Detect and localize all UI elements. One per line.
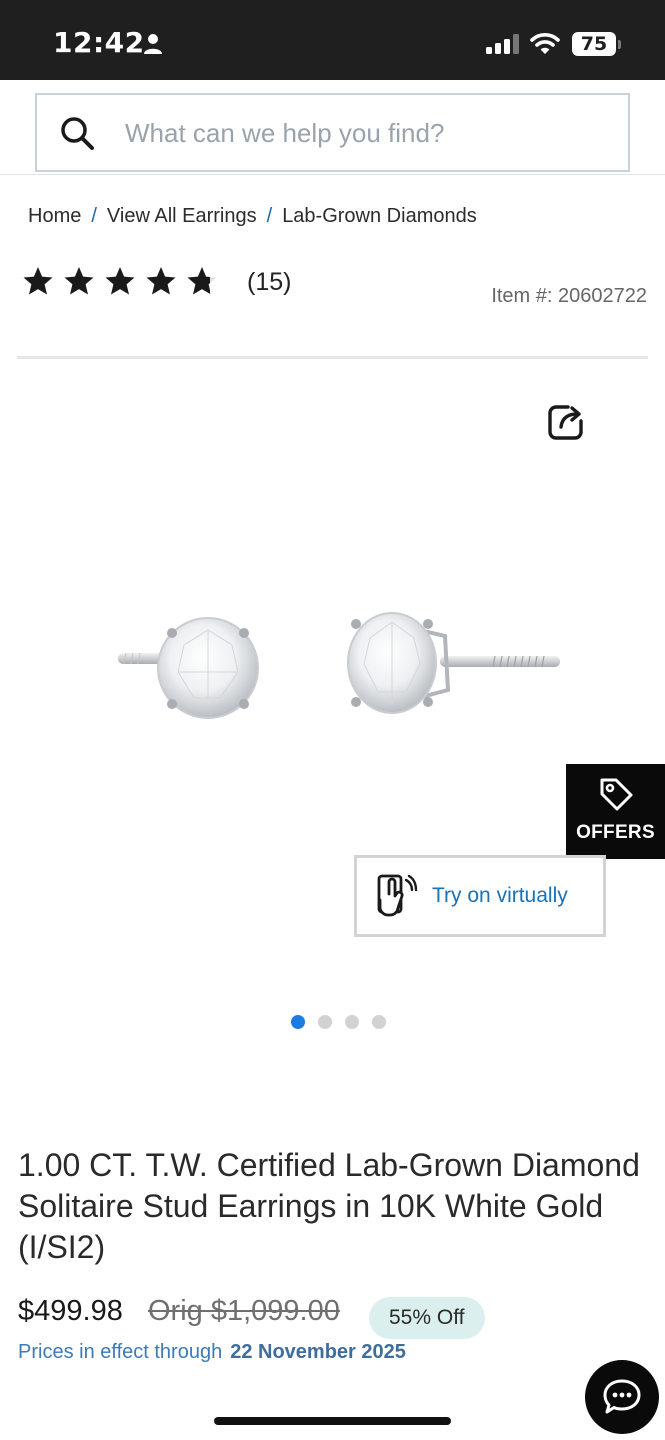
carousel-dot[interactable] <box>318 1015 332 1029</box>
breadcrumb: Home / View All Earrings / Lab-Grown Diamond… <box>28 205 477 228</box>
offers-label: OFFERS <box>576 822 655 843</box>
carousel-dot[interactable] <box>372 1015 386 1029</box>
product-image[interactable] <box>110 600 570 735</box>
home-indicator <box>214 1417 451 1425</box>
cellular-signal-icon <box>486 34 520 59</box>
current-price: $499.98 <box>18 1295 123 1327</box>
breadcrumb-view-all-earrings[interactable]: View All Earrings <box>107 205 257 227</box>
product-title: 1.00 CT. T.W. Certified Lab-Grown Diamon… <box>18 1147 640 1265</box>
try-on-virtually-button[interactable]: Try on virtually <box>354 855 606 937</box>
star-rating <box>22 262 222 305</box>
breadcrumb-lab-grown-diamonds[interactable]: Lab-Grown Diamonds <box>282 205 477 227</box>
hand-phone-icon <box>375 872 419 923</box>
review-count[interactable]: (15) <box>247 268 291 297</box>
price-note-label: Prices in effect through <box>18 1341 223 1363</box>
search-bar <box>0 80 665 175</box>
carousel-dot[interactable] <box>291 1015 305 1029</box>
battery-cap <box>618 40 621 49</box>
price-note-date: 22 November 2025 <box>230 1341 406 1363</box>
wifi-icon <box>530 31 560 60</box>
search-icon[interactable] <box>59 115 97 158</box>
breadcrumb-separator: / <box>266 205 273 227</box>
status-time: 12:42 <box>53 26 145 59</box>
status-bar: 12:42 75 <box>0 0 665 80</box>
chat-button[interactable] <box>585 1360 659 1434</box>
search-box[interactable] <box>35 93 630 172</box>
person-icon <box>143 33 163 60</box>
offers-tab[interactable]: OFFERS <box>566 764 665 859</box>
try-on-label: Try on virtually <box>432 884 568 907</box>
breadcrumb-home[interactable]: Home <box>28 205 81 227</box>
price-note[interactable]: Prices in effect through 22 November 2025 <box>18 1341 406 1364</box>
divider <box>17 356 648 359</box>
share-icon[interactable] <box>546 402 586 447</box>
discount-badge: 55% Off <box>369 1297 485 1339</box>
tag-icon <box>598 776 634 817</box>
chat-icon <box>602 1378 642 1421</box>
battery-icon: 75 <box>572 32 616 56</box>
item-number: Item #: 20602722 <box>491 285 647 307</box>
carousel-dot[interactable] <box>345 1015 359 1029</box>
breadcrumb-separator: / <box>91 205 97 227</box>
original-price: Orig $1,099.00 <box>148 1295 340 1327</box>
search-input[interactable] <box>125 113 605 153</box>
